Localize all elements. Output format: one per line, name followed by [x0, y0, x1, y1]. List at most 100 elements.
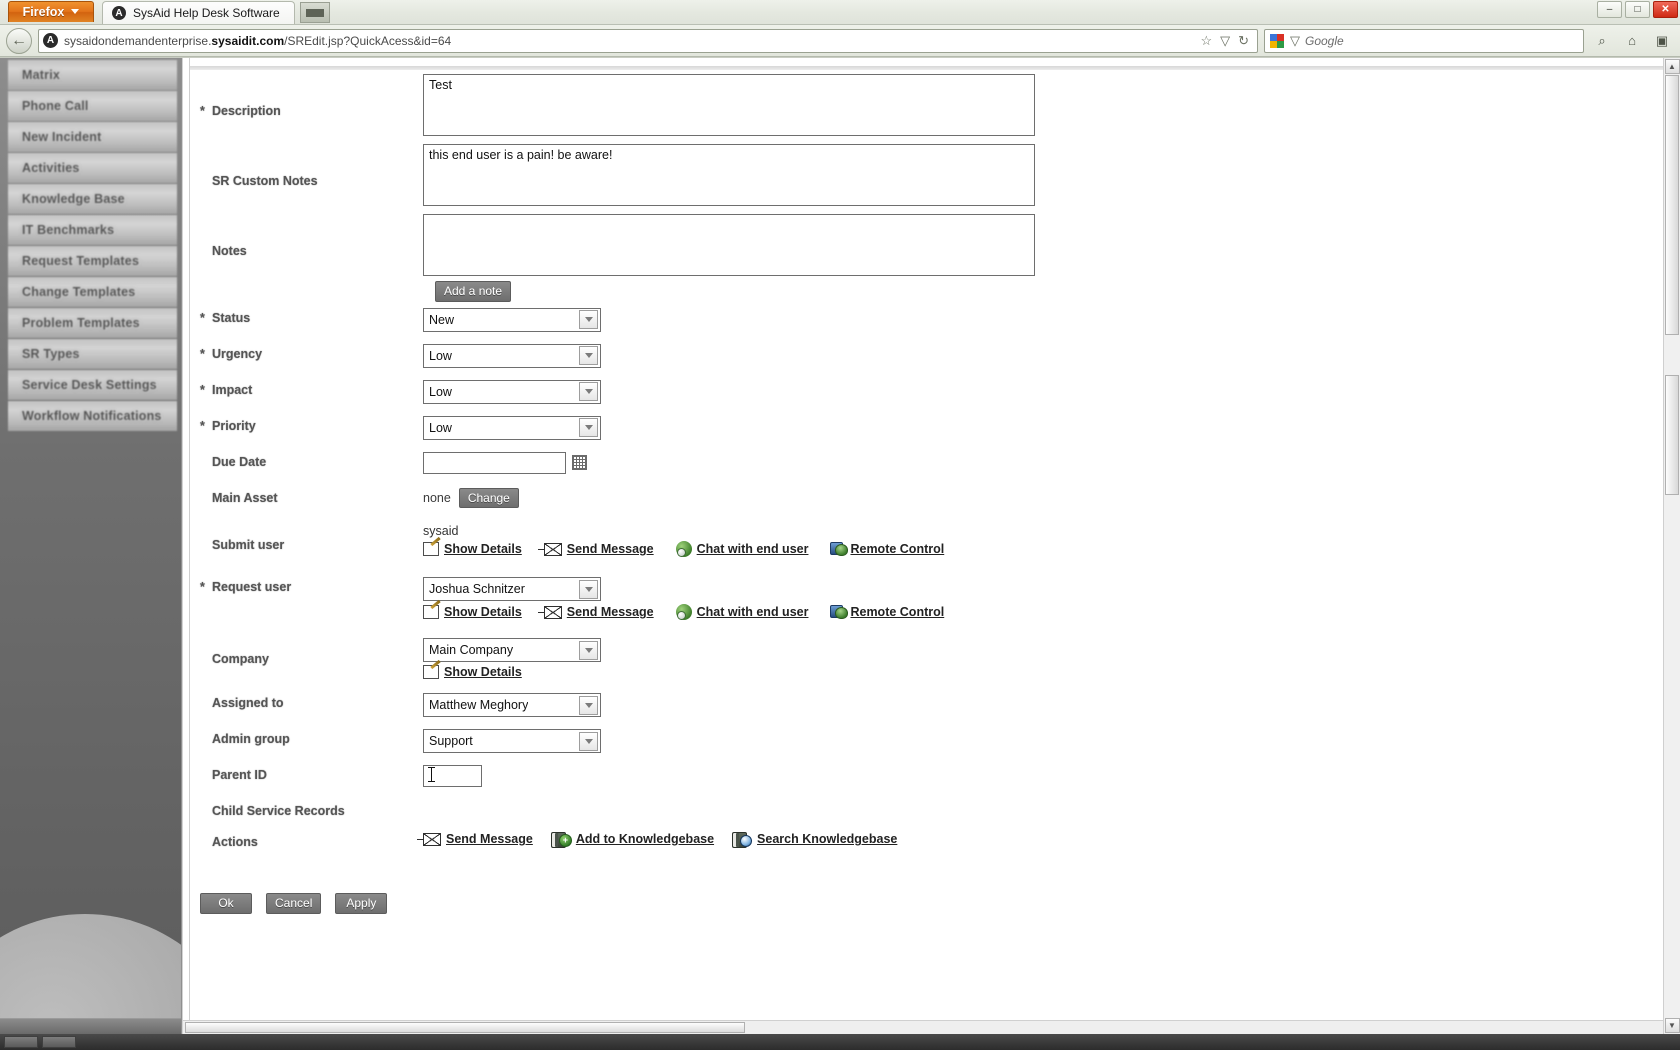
search-bar[interactable]: ▽ Google — [1264, 28, 1584, 53]
change-asset-button[interactable]: Change — [458, 487, 519, 509]
request-user-show-details-link[interactable]: Show Details — [423, 605, 522, 620]
actions-add-to-knowledgebase-link[interactable]: Add to Knowledgebase — [550, 832, 714, 849]
scroll-up-icon[interactable]: ▲ — [1664, 59, 1680, 74]
scrollbar-thumb-secondary[interactable] — [1665, 375, 1679, 495]
form-row-company: Company Main Company Show Details — [190, 638, 1663, 680]
submit-user-actions: Show Details Send Message Chat with end … — [423, 541, 1663, 558]
cancel-button[interactable]: Cancel — [266, 893, 322, 914]
sidebar-item-new-incident[interactable]: New Incident — [8, 122, 177, 152]
close-button[interactable]: ✕ — [1653, 1, 1678, 18]
submit-user-field: sysaid Show Details Send Message Chat wi… — [423, 524, 1663, 558]
chevron-down-icon[interactable] — [579, 731, 598, 751]
scroll-down-icon[interactable]: ▼ — [1664, 1018, 1680, 1033]
submit-user-remote-control-link[interactable]: Remote Control — [830, 542, 944, 557]
sr-custom-notes-label-cell: SR Custom Notes — [190, 144, 423, 188]
tab-preview-thumbnail[interactable] — [299, 2, 330, 23]
chevron-down-icon[interactable] — [579, 346, 598, 366]
sidebar-item-request-templates[interactable]: Request Templates — [8, 246, 177, 276]
sidebar-item-problem-templates[interactable]: Problem Templates — [8, 308, 177, 338]
actions-field: Send Message Add to Knowledgebase Search… — [417, 832, 1663, 849]
submit-user-chat-link[interactable]: Chat with end user — [675, 541, 808, 558]
tab-sysaid[interactable]: A SysAid Help Desk Software — [102, 1, 295, 24]
chevron-down-icon[interactable] — [579, 418, 598, 438]
apply-button[interactable]: Apply — [335, 893, 388, 914]
description-textarea[interactable] — [423, 74, 1035, 136]
assigned-to-select[interactable]: Matthew Meghory — [423, 693, 601, 718]
sidebar-item-workflow-notifications[interactable]: Workflow Notifications — [8, 401, 177, 431]
ok-button[interactable]: Ok — [200, 893, 252, 914]
notes-field: Add a note — [423, 214, 1663, 302]
due-date-input[interactable] — [423, 451, 566, 474]
chevron-down-icon[interactable]: ▽ — [1290, 34, 1300, 47]
minimize-button[interactable]: – — [1597, 1, 1622, 18]
submit-user-show-details-link[interactable]: Show Details — [423, 542, 522, 557]
taskbar-item[interactable] — [42, 1036, 76, 1048]
page-scrollbar[interactable]: ▲ ▼ — [1663, 58, 1680, 1034]
sidebar-item-it-benchmarks[interactable]: IT Benchmarks — [8, 215, 177, 245]
firefox-menu-button[interactable]: Firefox — [8, 1, 94, 22]
submit-user-send-message-link[interactable]: Send Message — [537, 542, 654, 556]
impact-select[interactable]: Low — [423, 379, 601, 404]
remote-control-icon — [830, 605, 849, 620]
submit-user-label-cell: Submit user — [190, 524, 423, 552]
reload-icon[interactable]: ↻ — [1238, 34, 1249, 47]
search-input[interactable]: Google — [1305, 34, 1578, 48]
sidebar-item-label: Matrix — [22, 68, 61, 82]
priority-select[interactable]: Low — [423, 415, 601, 440]
main-asset-value: none — [423, 490, 451, 505]
bookmark-star-icon[interactable]: ☆ — [1200, 34, 1212, 47]
urgency-select[interactable]: Low — [423, 343, 601, 368]
status-select[interactable]: New — [423, 307, 601, 332]
chevron-down-icon[interactable] — [579, 695, 598, 715]
tab-strip: A SysAid Help Desk Software — [102, 0, 330, 24]
sidebar-item-matrix[interactable]: Matrix — [8, 60, 177, 90]
horizontal-scrollbar-thumb[interactable] — [185, 1022, 745, 1033]
sidebar-item-list: Matrix Phone Call New Incident Activitie… — [0, 58, 181, 431]
notes-textarea[interactable] — [423, 214, 1035, 276]
sidebar-item-phone-call[interactable]: Phone Call — [8, 91, 177, 121]
url-bar[interactable]: A sysaidondemandenterprise.sysaidit.com/… — [38, 28, 1258, 53]
add-knowledgebase-icon — [550, 832, 572, 849]
sr-custom-notes-textarea[interactable] — [423, 144, 1035, 206]
add-a-note-button[interactable]: Add a note — [435, 281, 512, 302]
chevron-down-icon[interactable] — [579, 579, 598, 599]
back-button[interactable]: ← — [6, 27, 32, 54]
show-details-icon — [423, 605, 439, 620]
sidebar-item-service-desk-settings[interactable]: Service Desk Settings — [8, 370, 177, 400]
actions-search-knowledgebase-link[interactable]: Search Knowledgebase — [732, 832, 897, 849]
chevron-down-icon[interactable] — [579, 382, 598, 402]
calendar-icon[interactable] — [572, 455, 587, 471]
chevron-down-icon[interactable] — [579, 310, 598, 330]
assigned-to-value: Matthew Meghory — [429, 698, 529, 713]
request-user-chat-link[interactable]: Chat with end user — [675, 604, 808, 621]
actions-send-message-link[interactable]: Send Message — [417, 832, 533, 846]
admin-group-select[interactable]: Support — [423, 729, 601, 754]
request-user-select[interactable]: Joshua Schnitzer — [423, 577, 601, 602]
sidebar-item-sr-types[interactable]: SR Types — [8, 339, 177, 369]
scrollbar-track[interactable] — [1664, 75, 1680, 1017]
search-go-icon[interactable]: ⌕ — [1590, 29, 1614, 53]
navigation-toolbar: ← A sysaidondemandenterprise.sysaidit.co… — [0, 25, 1680, 57]
parent-id-label-cell: Parent ID — [190, 765, 423, 782]
chevron-down-icon[interactable]: ▽ — [1220, 34, 1230, 47]
actions-label-cell: Actions — [190, 832, 423, 849]
sidebar-toggle-icon[interactable]: ▣ — [1650, 29, 1674, 53]
request-user-remote-control-link[interactable]: Remote Control — [830, 605, 944, 620]
form-row-sr-custom-notes: SR Custom Notes — [190, 144, 1663, 206]
sidebar-item-knowledge-base[interactable]: Knowledge Base — [8, 184, 177, 214]
sidebar-item-activities[interactable]: Activities — [8, 153, 177, 183]
site-identity-icon[interactable]: A — [43, 33, 58, 48]
taskbar-item[interactable] — [4, 1036, 38, 1048]
horizontal-scrollbar[interactable] — [183, 1020, 1663, 1034]
company-show-details-link[interactable]: Show Details — [423, 665, 522, 680]
chevron-down-icon[interactable] — [579, 640, 598, 660]
company-select[interactable]: Main Company — [423, 638, 601, 663]
maximize-button[interactable]: □ — [1625, 1, 1650, 18]
home-icon[interactable]: ⌂ — [1620, 29, 1644, 53]
tab-title: SysAid Help Desk Software — [133, 6, 280, 20]
google-icon[interactable] — [1270, 33, 1285, 48]
scrollbar-thumb[interactable] — [1665, 75, 1679, 335]
notes-label: Notes — [212, 244, 247, 258]
sidebar-item-change-templates[interactable]: Change Templates — [8, 277, 177, 307]
request-user-send-message-link[interactable]: Send Message — [537, 605, 654, 619]
